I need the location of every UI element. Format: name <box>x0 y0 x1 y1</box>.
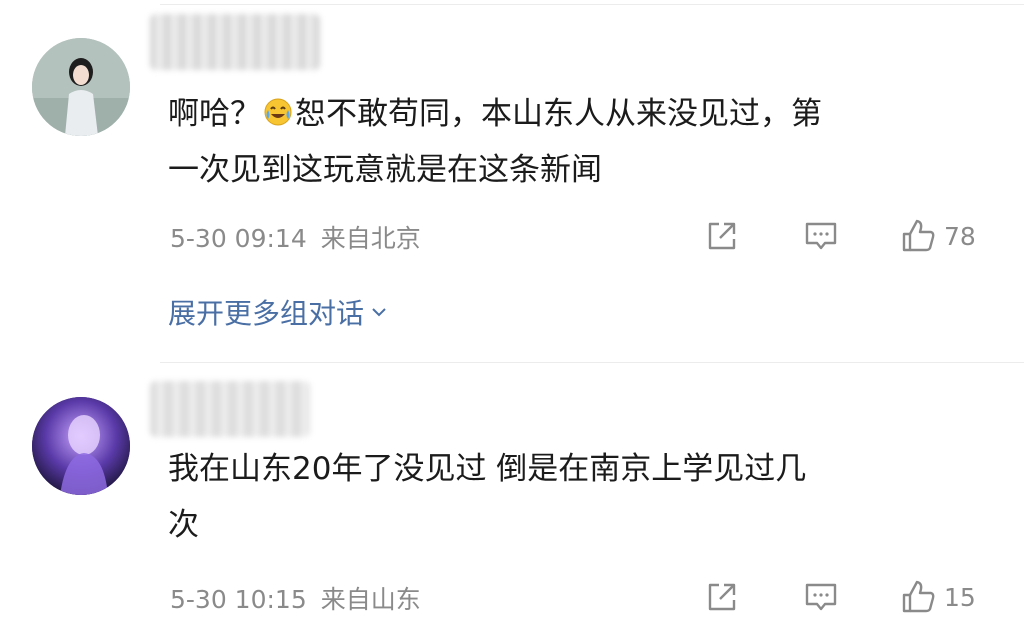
comment-text: 我在山东20年了没见过 倒是在南京上学见过几次 <box>168 441 1008 553</box>
crying-laughing-emoji-icon <box>263 97 293 127</box>
comment-text: 啊哈？ 恕不敢苟同，本山东人从来没见过，第一次见到这玩意就是在这条新闻 <box>168 86 1008 198</box>
thumbs-up-icon <box>902 219 935 252</box>
comment-meta: 5-30 10:15 来自山东 <box>170 580 421 616</box>
comment-icon <box>805 222 837 250</box>
comment-text-start: 啊哈？ <box>168 96 261 132</box>
comment-text-line2: 次 <box>168 507 199 543</box>
comment-text-rest: 恕不敢苟同，本山东人从来没见过，第 <box>295 96 822 132</box>
avatar-image <box>32 38 130 136</box>
comment-date: 5-30 10:15 <box>170 585 307 614</box>
comment-icon <box>805 583 837 611</box>
like-button[interactable]: 78 <box>900 216 976 256</box>
comment-text-line1: 我在山东20年了没见过 倒是在南京上学见过几 <box>168 451 807 487</box>
share-button[interactable] <box>704 577 740 617</box>
share-button[interactable] <box>704 216 740 256</box>
thumbs-up-icon <box>902 580 935 613</box>
username-blurred <box>150 381 310 437</box>
like-count: 78 <box>944 221 976 251</box>
reply-button[interactable] <box>803 216 839 256</box>
expand-conversation-link[interactable]: 展开更多组对话 <box>168 292 388 332</box>
comment-item: 啊哈？ 恕不敢苟同，本山东人从来没见过，第一次见到这玩意就是在这条新闻 5-30 … <box>0 0 1024 362</box>
share-icon <box>708 583 736 611</box>
comment-text-line2: 一次见到这玩意就是在这条新闻 <box>168 152 602 188</box>
comment-location: 来自山东 <box>320 585 421 614</box>
like-button[interactable]: 15 <box>900 577 976 617</box>
share-icon <box>708 222 736 250</box>
avatar-image <box>32 397 130 495</box>
chevron-down-icon <box>372 308 386 317</box>
username-blurred <box>150 14 320 70</box>
avatar[interactable] <box>32 38 130 136</box>
like-count: 15 <box>944 582 976 612</box>
expand-conversation-label: 展开更多组对话 <box>168 297 365 330</box>
comment-location: 来自北京 <box>320 224 421 253</box>
comment-date: 5-30 09:14 <box>170 224 307 253</box>
reply-button[interactable] <box>803 577 839 617</box>
avatar[interactable] <box>32 397 130 495</box>
comment-meta: 5-30 09:14 来自北京 <box>170 219 421 255</box>
comment-item: 我在山东20年了没见过 倒是在南京上学见过几次 5-30 10:15 来自山东 1… <box>0 363 1024 641</box>
